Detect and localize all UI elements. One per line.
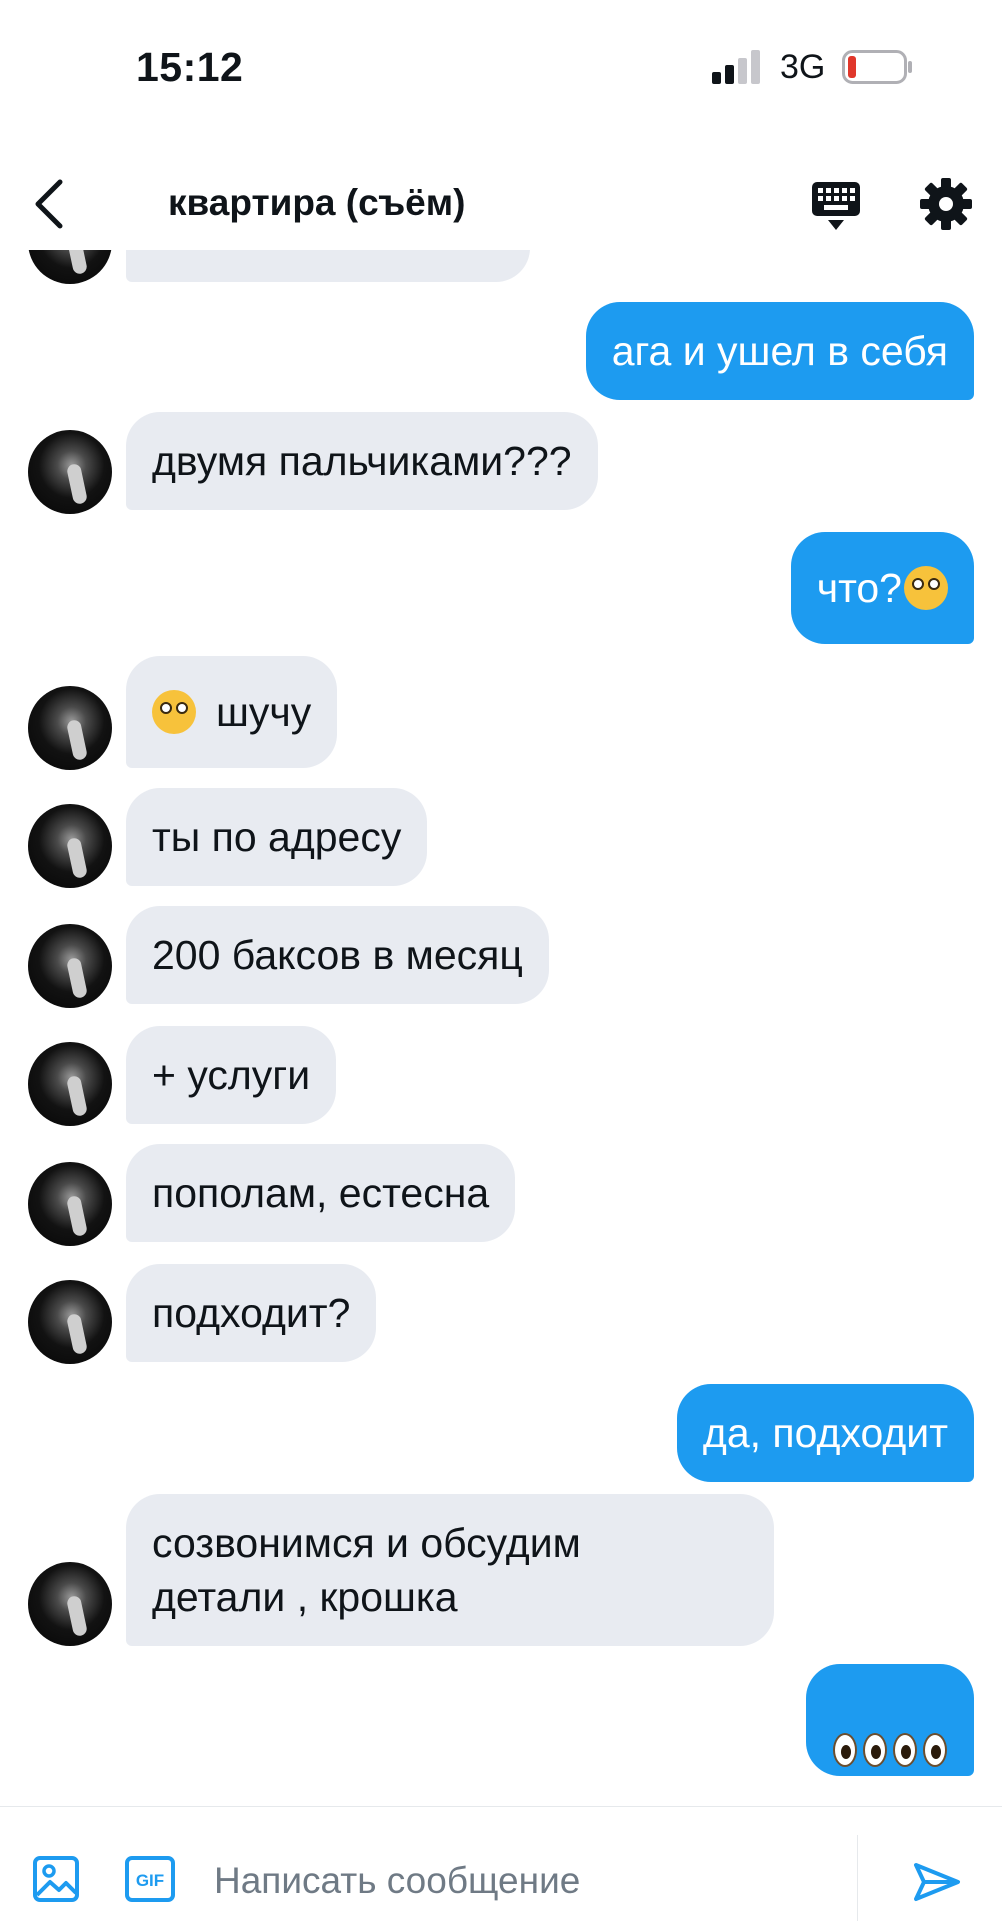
avatar[interactable]: [28, 1280, 112, 1364]
back-chevron-icon[interactable]: [30, 176, 74, 232]
avatar[interactable]: [28, 1042, 112, 1126]
avatar[interactable]: [28, 1162, 112, 1246]
status-time: 15:12: [136, 44, 244, 90]
message-bubble-incoming: пополам, естесна: [126, 1144, 516, 1242]
message-text: да, подходит: [702, 1410, 948, 1456]
gear-icon[interactable]: [918, 176, 974, 232]
message-text: что?: [816, 565, 902, 611]
message-text: 200 баксов в месяц: [152, 932, 523, 978]
message-bubble-incoming: 200 баксов в месяц: [126, 906, 549, 1004]
message-bubble-incoming: созвонимся и обсудим детали , крошка: [126, 1494, 774, 1646]
divider: [857, 1835, 858, 1921]
message-bubble-incoming: + услуги: [126, 1026, 337, 1124]
avatar[interactable]: [28, 804, 112, 888]
image-icon[interactable]: [32, 1855, 80, 1903]
svg-text:GIF: GIF: [136, 1871, 164, 1890]
network-type: 3G: [780, 48, 826, 86]
conversation-title: квартира (съём): [168, 182, 466, 223]
message-composer: GIF: [0, 1806, 1002, 1921]
keyboard-icon[interactable]: [810, 180, 862, 232]
message-bubble-outgoing: да, подходит: [676, 1384, 974, 1482]
message-text: ты по адресу: [152, 814, 402, 860]
send-icon[interactable]: [912, 1857, 962, 1907]
message-bubble-incoming: шучу: [126, 656, 338, 768]
message-text: пополам, естесна: [152, 1170, 490, 1216]
message-text: двумя пальчиками???: [152, 438, 572, 484]
message-text: + услуги: [152, 1052, 311, 1098]
zany-face-emoji: [152, 690, 196, 734]
avatar[interactable]: [28, 1562, 112, 1646]
message-text: ага и ушел в себя: [611, 328, 948, 374]
avatar[interactable]: [28, 250, 112, 284]
message-bubble-outgoing: ага и ушел в себя: [585, 302, 974, 400]
avatar[interactable]: [28, 686, 112, 770]
battery-icon: [842, 50, 912, 84]
message-list[interactable]: ага и ушел в себя двумя пальчиками??? чт…: [0, 250, 1002, 1805]
avatar[interactable]: [28, 924, 112, 1008]
message-bubble-incoming: [126, 250, 530, 282]
message-text: созвонимся и обсудим детали , крошка: [152, 1520, 581, 1620]
message-bubble-outgoing: что?: [790, 532, 974, 644]
message-bubble-outgoing: [806, 1664, 974, 1776]
eyes-emoji: [830, 1666, 950, 1774]
message-input[interactable]: [214, 1851, 834, 1911]
message-bubble-incoming: подходит?: [126, 1264, 377, 1362]
message-text: подходит?: [152, 1290, 351, 1336]
signal-icon: [712, 50, 760, 84]
gif-icon[interactable]: GIF: [124, 1855, 176, 1903]
message-bubble-incoming: ты по адресу: [126, 788, 428, 886]
avatar[interactable]: [28, 430, 112, 514]
message-text: шучу: [216, 689, 312, 735]
message-bubble-incoming: двумя пальчиками???: [126, 412, 598, 510]
flushed-face-emoji: [904, 566, 948, 610]
